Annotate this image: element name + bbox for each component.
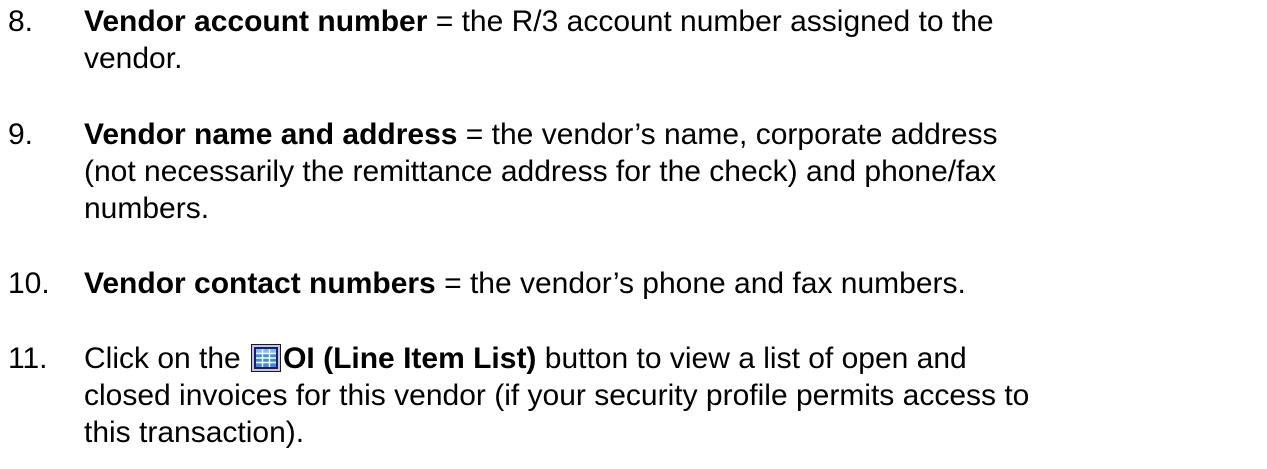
instruction-line3: this transaction). [84,416,305,449]
item-text: Click on the OI (Line Item List) button … [84,340,1264,451]
term-label: Vendor account number [84,5,428,38]
definition-text-line2: (not necessarily the remittance address … [84,155,997,188]
term-label: Vendor name and address [84,118,458,151]
item-number: 8. [8,5,34,38]
item-number: 11. [8,342,48,375]
line-item-list-button-label: OI (Line Item List) [283,342,537,375]
definition-text: = the vendor’s phone and fax numbers. [435,267,966,300]
line-item-list-icon[interactable] [251,344,282,372]
item-text: Vendor name and address = the vendor’s n… [84,116,1264,227]
term-label: Vendor contact numbers [84,267,436,300]
definition-text-line2: vendor. [84,42,183,75]
instruction-suffix: button to view a list of open and [536,342,967,375]
definition-text-line3: numbers. [84,192,210,225]
instruction-prefix: Click on the [84,342,250,375]
instruction-line2: closed invoices for this vendor (if your… [84,379,1030,412]
item-number: 9. [8,118,34,151]
item-text: Vendor contact numbers = the vendor’s ph… [84,265,1264,302]
item-number: 10. [8,267,50,300]
definition-text: = the R/3 account number assigned to the [427,5,994,38]
definition-text: = the vendor’s name, corporate address [457,118,998,151]
item-text: Vendor account number = the R/3 account … [84,3,1264,77]
